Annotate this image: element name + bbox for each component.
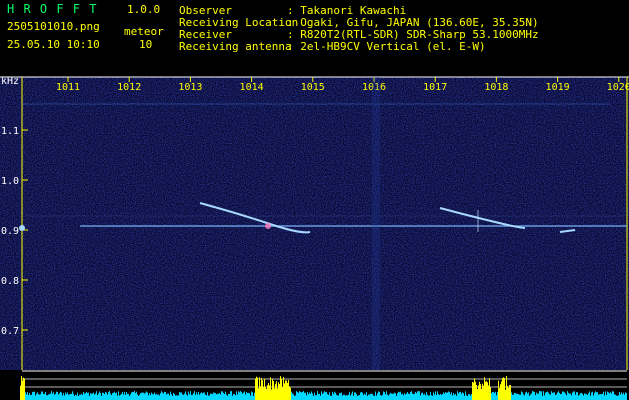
x-tick-label: 1013 bbox=[178, 82, 202, 93]
x-tick-label: 1011 bbox=[56, 82, 80, 93]
x-tick-label: 1014 bbox=[240, 82, 264, 93]
info-value-antenna: : 2el-HB9CV Vertical (el. E-W) bbox=[287, 40, 486, 53]
y-tick-label: 0.8 bbox=[1, 276, 19, 287]
y-tick-label: 1.1 bbox=[1, 126, 19, 137]
y-tick-label: 1.0 bbox=[1, 176, 19, 187]
x-tick-label: 1020 bbox=[607, 82, 629, 93]
meteor-count: 10 bbox=[139, 38, 153, 51]
x-tick-label: 1017 bbox=[423, 82, 447, 93]
khz-label: kHz bbox=[1, 76, 19, 87]
info-label-antenna: Receiving antenna bbox=[179, 40, 292, 53]
x-tick-label: 1012 bbox=[117, 82, 141, 93]
mode-label: meteor bbox=[124, 25, 164, 38]
app-title: H R O F F T bbox=[7, 2, 98, 16]
x-tick-label: 1018 bbox=[484, 82, 508, 93]
file-name: 2505101010.png bbox=[7, 20, 100, 33]
x-tick-label: 1019 bbox=[546, 82, 570, 93]
date-time: 25.05.10 10:10 bbox=[7, 38, 100, 51]
y-tick-label: 0.9 bbox=[1, 226, 19, 237]
y-tick-label: 0.7 bbox=[1, 326, 19, 337]
app-version: 1.0.0 bbox=[127, 3, 161, 16]
x-tick-label: 1015 bbox=[301, 82, 325, 93]
spectrogram-canvas: 1011 1012 1013 1014 1015 1016 1017 1018 1019 1020… bbox=[0, 76, 629, 400]
